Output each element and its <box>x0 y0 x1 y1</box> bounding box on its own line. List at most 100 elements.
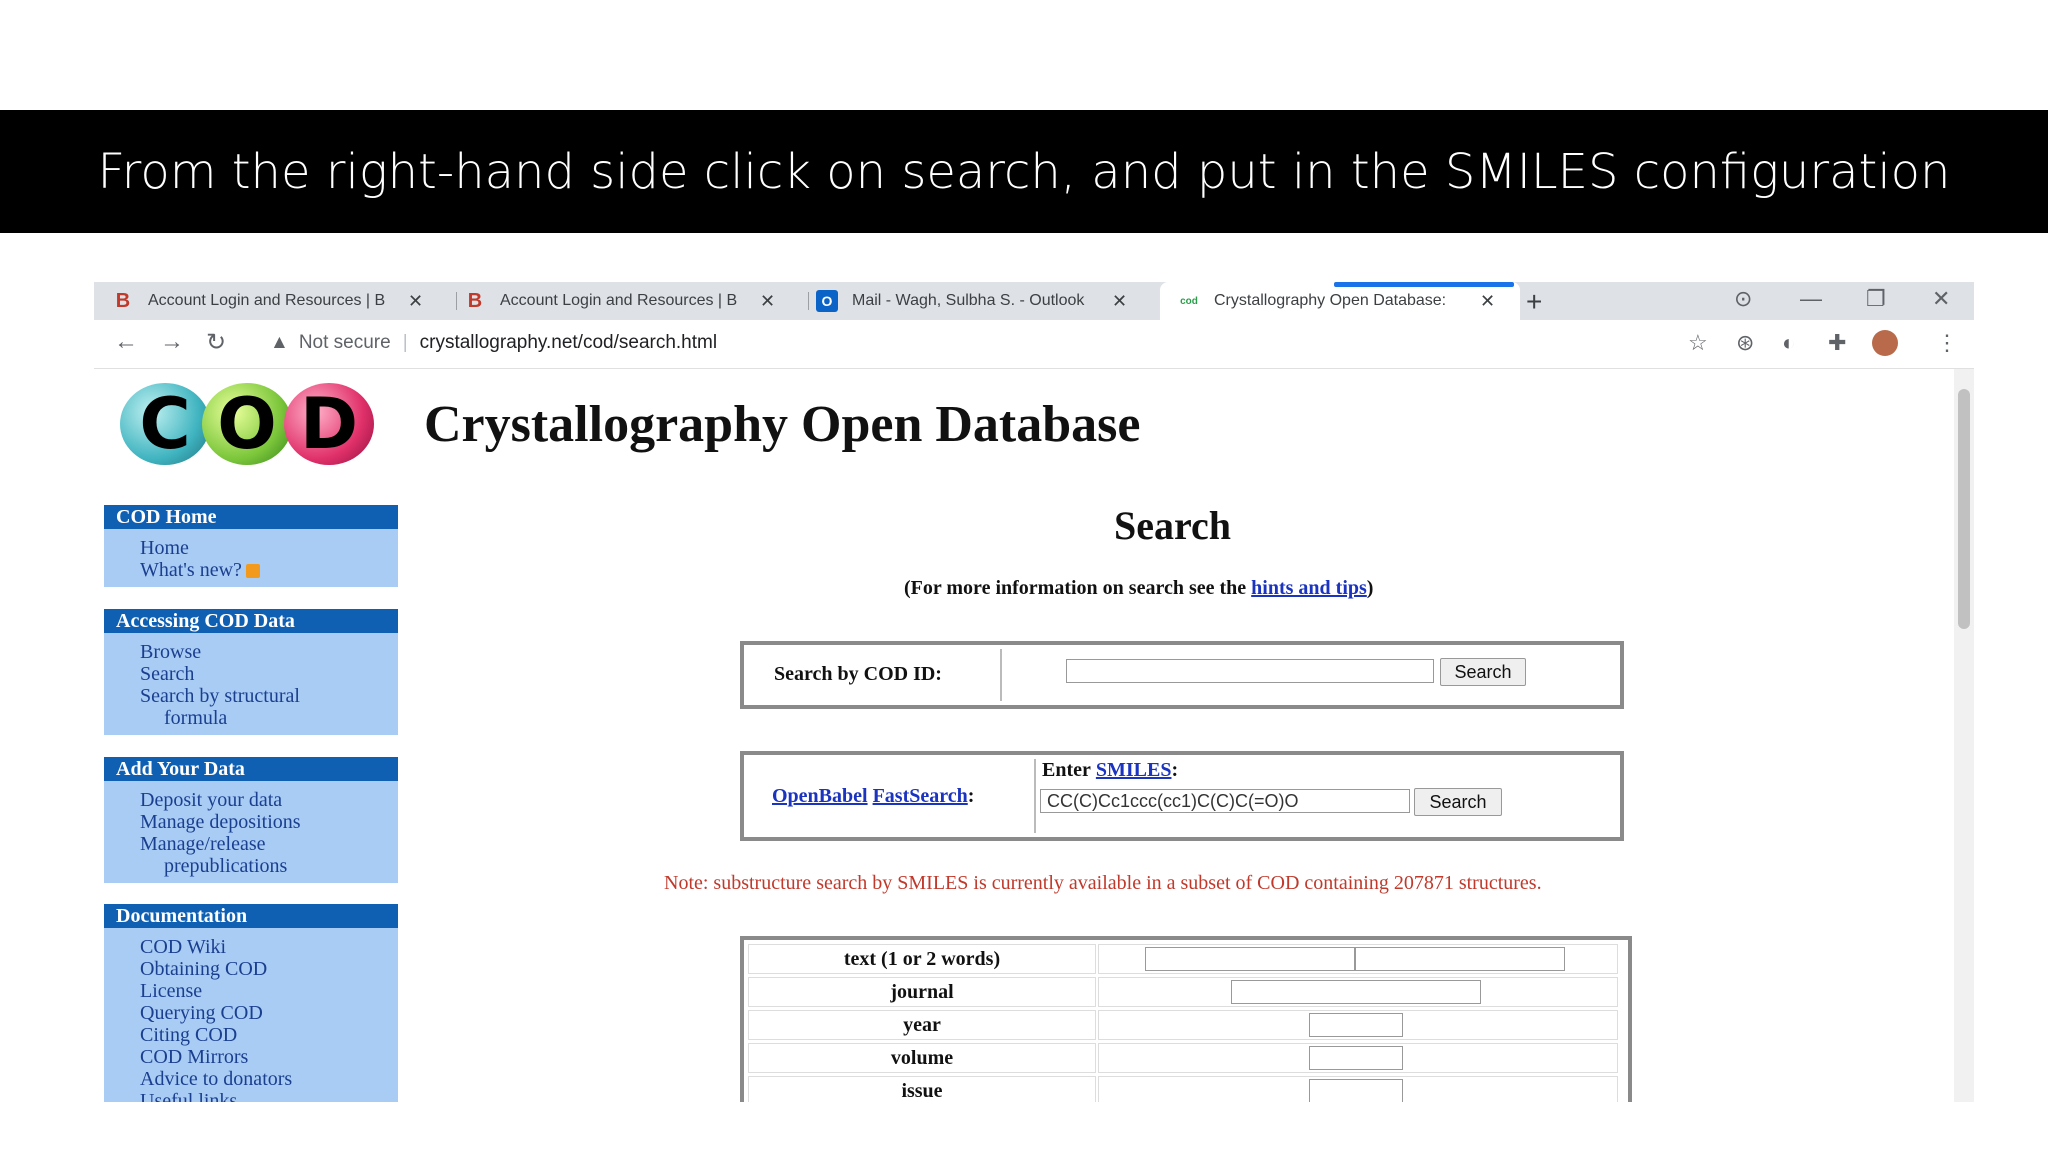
minimize-icon[interactable]: — <box>1800 286 1822 312</box>
back-arrow-icon[interactable]: ← <box>114 328 138 356</box>
tab-title: Crystallography Open Database: <box>1214 292 1447 309</box>
openbabel-link[interactable]: OpenBabel <box>772 785 868 807</box>
sidebar-item-querying-cod[interactable]: Querying COD <box>140 1002 398 1024</box>
issue-input[interactable] <box>1309 1079 1403 1102</box>
tab-outlook-mail[interactable]: O Mail - Wagh, Sulbha S. - Outlook ✕ <box>798 282 1127 320</box>
sidebar-item-manage-depositions[interactable]: Manage depositions <box>140 811 398 833</box>
openbabel-fastsearch-label: OpenBabel FastSearch: <box>772 785 974 808</box>
sidebar-item-manage-release[interactable]: Manage/release <box>140 833 398 855</box>
sidebar-section-add-data: Add Your Data Deposit your data Manage d… <box>104 757 398 883</box>
smiles-input[interactable]: CC(C)Cc1ccc(cc1)C(C)C(=O)O <box>1040 789 1410 813</box>
extension-g-icon[interactable]: ⊛ <box>1736 330 1754 356</box>
sidebar-header: Add Your Data <box>104 757 398 781</box>
scrollbar-thumb[interactable] <box>1958 389 1970 629</box>
address-bar: ← → ↻ ▲ Not secure | crystallography.net… <box>94 320 1974 369</box>
field-cell <box>1098 1043 1618 1073</box>
omnibox[interactable]: ▲ Not secure | crystallography.net/cod/s… <box>270 332 717 354</box>
restore-icon[interactable]: ❐ <box>1866 286 1886 312</box>
sidebar-section-cod-home: COD Home Home What's new? <box>104 505 398 587</box>
sidebar-header: COD Home <box>104 505 398 529</box>
rss-icon[interactable] <box>245 564 260 579</box>
sidebar-item-search[interactable]: Search <box>140 663 398 685</box>
logo-o: O <box>202 383 292 465</box>
logo-d: D <box>284 383 374 465</box>
enter-label: Enter <box>1042 759 1091 781</box>
close-tab-icon[interactable]: ✕ <box>760 291 775 312</box>
sidebar-item-home[interactable]: Home <box>140 537 398 559</box>
info-text: (For more information on search see the <box>904 577 1252 599</box>
reload-icon[interactable]: ↻ <box>206 328 226 357</box>
label-colon: : <box>1171 759 1179 781</box>
smiles-search-button[interactable]: Search <box>1414 788 1502 816</box>
fastsearch-link[interactable]: FastSearch <box>873 785 968 807</box>
cod-favicon-icon: cod <box>1180 295 1198 307</box>
sidebar-item-whats-new[interactable]: What's new? <box>140 559 398 581</box>
field-cell <box>1098 1076 1618 1102</box>
close-tab-icon[interactable]: ✕ <box>1112 291 1127 312</box>
sidebar-item-advice-donators[interactable]: Advice to donators <box>140 1068 398 1090</box>
field-label: year <box>748 1010 1096 1040</box>
hints-and-tips-link[interactable]: hints and tips <box>1251 577 1367 599</box>
tab-account-login-2[interactable]: B Account Login and Resources | B ✕ <box>446 282 775 320</box>
info-text-end: ) <box>1366 577 1374 599</box>
sidebar-item-citing-cod[interactable]: Citing COD <box>140 1024 398 1046</box>
year-input[interactable] <box>1309 1013 1403 1037</box>
close-window-icon[interactable]: ✕ <box>1932 286 1950 312</box>
text-word1-input[interactable] <box>1145 947 1355 971</box>
search-heading: Search <box>1114 503 1232 548</box>
sidebar-item-deposit[interactable]: Deposit your data <box>140 789 398 811</box>
extension-icon[interactable]: ◐ <box>1782 330 1795 356</box>
sidebar-item-cod-wiki[interactable]: COD Wiki <box>140 936 398 958</box>
forward-arrow-icon[interactable]: → <box>160 328 184 356</box>
sidebar-item-license[interactable]: License <box>140 980 398 1002</box>
bookmark-star-icon[interactable]: ☆ <box>1688 330 1708 356</box>
table-row: journal <box>748 977 1618 1007</box>
field-cell <box>1098 1010 1618 1040</box>
journal-input[interactable] <box>1231 980 1481 1004</box>
tab-account-login-1[interactable]: B Account Login and Resources | B ✕ <box>94 282 423 320</box>
sidebar-item-obtaining-cod[interactable]: Obtaining COD <box>140 958 398 980</box>
vertical-scrollbar[interactable] <box>1954 369 1974 1102</box>
page-content: C O D Crystallography Open Database COD … <box>94 369 1954 1102</box>
search-fields-table: text (1 or 2 words) journal year volume … <box>740 936 1632 1102</box>
search-info: (For more information on search see the … <box>904 577 1373 600</box>
cod-id-search-button[interactable]: Search <box>1440 658 1526 686</box>
sidebar-item-useful-links[interactable]: Useful links <box>140 1090 398 1102</box>
sidebar-item-search-structural-cont[interactable]: formula <box>140 707 398 729</box>
new-tab-button[interactable]: + <box>1526 286 1542 318</box>
smiles-search-box: OpenBabel FastSearch: Enter SMILES: CC(C… <box>740 751 1624 841</box>
sidebar-item-cod-mirrors[interactable]: COD Mirrors <box>140 1046 398 1068</box>
security-label: Not secure <box>298 332 391 353</box>
label-colon: : <box>967 785 975 807</box>
sidebar-item-search-structural[interactable]: Search by structural <box>140 685 398 707</box>
tab-search-icon[interactable]: ⊙ <box>1734 286 1752 312</box>
sidebar-item-browse[interactable]: Browse <box>140 641 398 663</box>
cod-id-label: Search by COD ID: <box>774 663 942 685</box>
tab-title: Account Login and Resources | B <box>500 292 738 309</box>
tab-cod-active[interactable]: cod Crystallography Open Database: ✕ <box>1160 282 1520 320</box>
loading-indicator <box>1334 282 1514 287</box>
sidebar-item-prepublications[interactable]: prepublications <box>140 855 398 877</box>
field-label: text (1 or 2 words) <box>748 944 1096 974</box>
puzzle-icon[interactable]: ✚ <box>1828 330 1846 356</box>
menu-dots-icon[interactable]: ⋮ <box>1936 330 1958 356</box>
smiles-link[interactable]: SMILES <box>1096 759 1172 781</box>
close-tab-icon[interactable]: ✕ <box>1480 291 1495 312</box>
volume-input[interactable] <box>1309 1046 1403 1070</box>
profile-avatar[interactable] <box>1872 330 1898 356</box>
divider <box>1000 649 1002 701</box>
browser-window: B Account Login and Resources | B ✕ B Ac… <box>94 282 1974 1102</box>
cod-logo: C O D <box>120 383 374 465</box>
substructure-note: Note: substructure search by SMILES is c… <box>664 872 1542 894</box>
sidebar-header: Documentation <box>104 904 398 928</box>
text-word2-input[interactable] <box>1355 947 1565 971</box>
divider: | <box>402 332 408 353</box>
table-row: issue <box>748 1076 1618 1102</box>
close-tab-icon[interactable]: ✕ <box>408 291 423 312</box>
tab-title: Account Login and Resources | B <box>148 292 386 309</box>
blackboard-icon: B <box>115 289 131 312</box>
field-cell <box>1098 944 1618 974</box>
cod-id-input[interactable] <box>1066 659 1434 683</box>
sidebar-item-label: What's new? <box>140 559 242 581</box>
tab-strip: B Account Login and Resources | B ✕ B Ac… <box>94 282 1974 320</box>
